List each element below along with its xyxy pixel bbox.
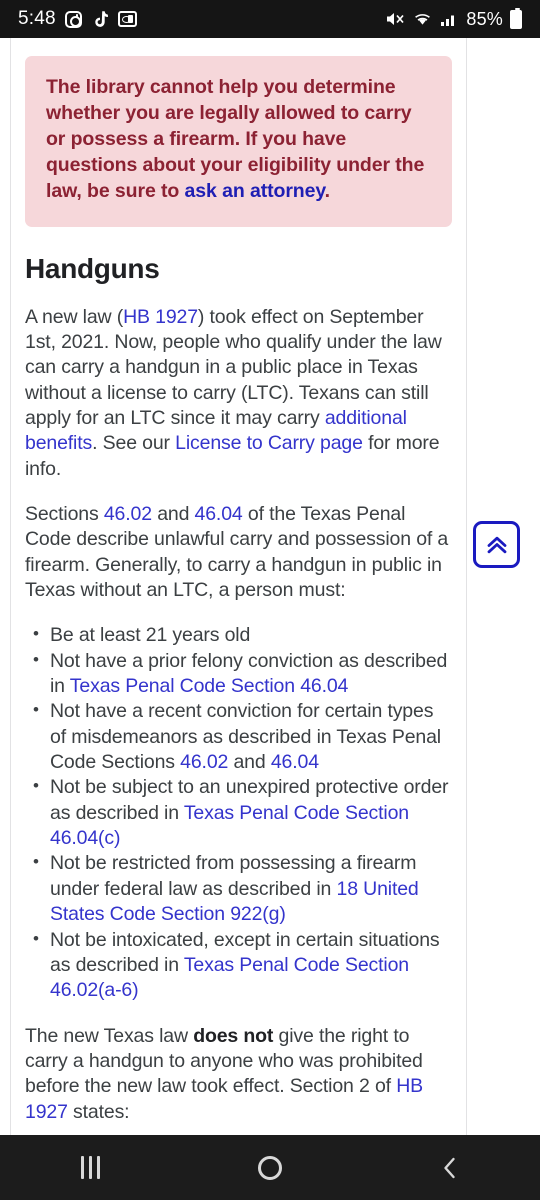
instagram-icon [65,11,82,28]
recents-icon [81,1156,100,1179]
rule-2-link-2[interactable]: 46.04 [271,751,319,773]
content-container: The library cannot help you determine wh… [10,38,467,1135]
status-bar: 5:48 [0,0,540,38]
signal-icon [440,10,459,28]
tiktok-icon [91,10,109,29]
requirements-list: Be at least 21 years old Not have a prio… [25,623,452,1003]
p3-text-3: states: [68,1101,130,1123]
home-button[interactable] [180,1135,360,1200]
double-chevron-up-icon [484,533,510,557]
clock: 5:48 [18,8,56,30]
ask-an-attorney-link[interactable]: ask an attorney [185,180,325,202]
recents-button[interactable] [0,1135,180,1200]
p2-text-1: Sections [25,503,104,525]
paragraph-new-law: A new law (HB 1927) took effect on Septe… [25,305,452,482]
p2-text-2: and [152,503,195,525]
library-disclaimer-notice: The library cannot help you determine wh… [25,56,452,227]
home-icon [258,1156,282,1180]
battery-percent-label: 85% [466,9,503,30]
paragraph-does-not: The new Texas law does not give the righ… [25,1024,452,1125]
p1-text-1: A new law ( [25,306,123,328]
notice-text-part-2: . [325,180,330,202]
wifi-icon [412,10,433,28]
app-icon [118,11,137,27]
battery-icon [510,10,522,29]
list-item: Be at least 21 years old [48,623,452,648]
scroll-to-top-button[interactable] [473,521,520,568]
webpage-viewport[interactable]: The library cannot help you determine wh… [0,38,540,1135]
page-title: Handguns [25,253,452,285]
list-item: Not be intoxicated, except in certain si… [48,928,452,1004]
p3-emphasis: does not [193,1025,273,1047]
license-to-carry-page-link[interactable]: License to Carry page [175,432,363,454]
mute-icon [385,10,405,28]
android-navigation-bar [0,1135,540,1200]
notice-text: The library cannot help you determine wh… [46,75,431,205]
back-chevron-icon [439,1155,461,1181]
list-item: Not be subject to an unexpired protectiv… [48,775,452,851]
list-item: Not have a prior felony conviction as de… [48,649,452,700]
p3-text-1: The new Texas law [25,1025,193,1047]
list-item: Not be restricted from possessing a fire… [48,851,452,927]
section-46-02-link[interactable]: 46.02 [104,503,152,525]
rule-1-link-1[interactable]: Texas Penal Code Section 46.04 [70,675,348,697]
back-button[interactable] [360,1135,540,1200]
section-46-04-link[interactable]: 46.04 [195,503,243,525]
article-content: The library cannot help you determine wh… [11,56,466,1135]
rule-2-text-2: and [228,751,271,773]
status-bar-right: 85% [385,9,522,30]
p1-text-3: . See our [92,432,175,454]
status-bar-left: 5:48 [18,8,137,30]
list-item: Not have a recent conviction for certain… [48,699,452,775]
hb-1927-link[interactable]: HB 1927 [123,306,198,328]
rule-0-text-1: Be at least 21 years old [50,624,250,646]
paragraph-sections: Sections 46.02 and 46.04 of the Texas Pe… [25,502,452,603]
rule-2-link-1[interactable]: 46.02 [180,751,228,773]
